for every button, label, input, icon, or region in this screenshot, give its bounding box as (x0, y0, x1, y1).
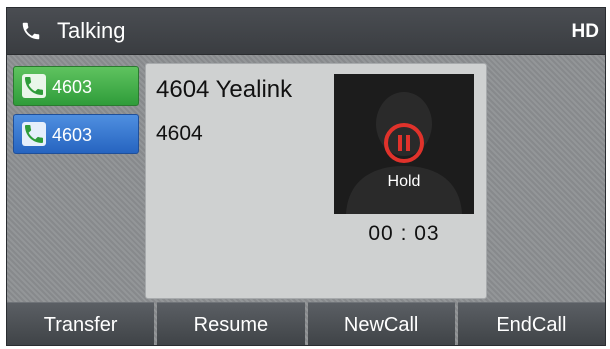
contact-avatar: Hold (334, 74, 474, 214)
pause-icon (384, 123, 424, 163)
phone-screen: Talking HD 4603 4603 4604 Yealink 4604 H… (6, 7, 606, 346)
caller-name: 4604 Yealink (156, 76, 293, 103)
phone-handset-icon (22, 122, 46, 146)
phone-handset-icon (22, 22, 40, 40)
line-key-label: 4603 (52, 77, 93, 97)
new-call-button[interactable]: NewCall (307, 302, 455, 345)
transfer-button[interactable]: Transfer (7, 302, 155, 345)
line-keys: 4603 4603 (13, 66, 139, 162)
line-key-label: 4603 (52, 125, 93, 145)
resume-button[interactable]: Resume (157, 302, 305, 345)
call-duration: 00 : 03 (368, 222, 440, 245)
hd-indicator: HD (571, 21, 599, 42)
call-state-title: Talking (57, 18, 126, 43)
softkey-bar: Transfer Resume NewCall EndCall (7, 302, 605, 345)
line-key-1[interactable]: 4603 (13, 66, 139, 106)
phone-handset-icon (22, 74, 46, 98)
line-key-2[interactable]: 4603 (13, 114, 139, 154)
caller-number: 4604 (156, 122, 203, 145)
title-bar: Talking HD (7, 8, 605, 55)
hold-status-label: Hold (387, 173, 421, 190)
call-info-panel: 4604 Yealink 4604 Hold 00 : 03 (145, 63, 487, 299)
end-call-button[interactable]: EndCall (457, 302, 605, 345)
